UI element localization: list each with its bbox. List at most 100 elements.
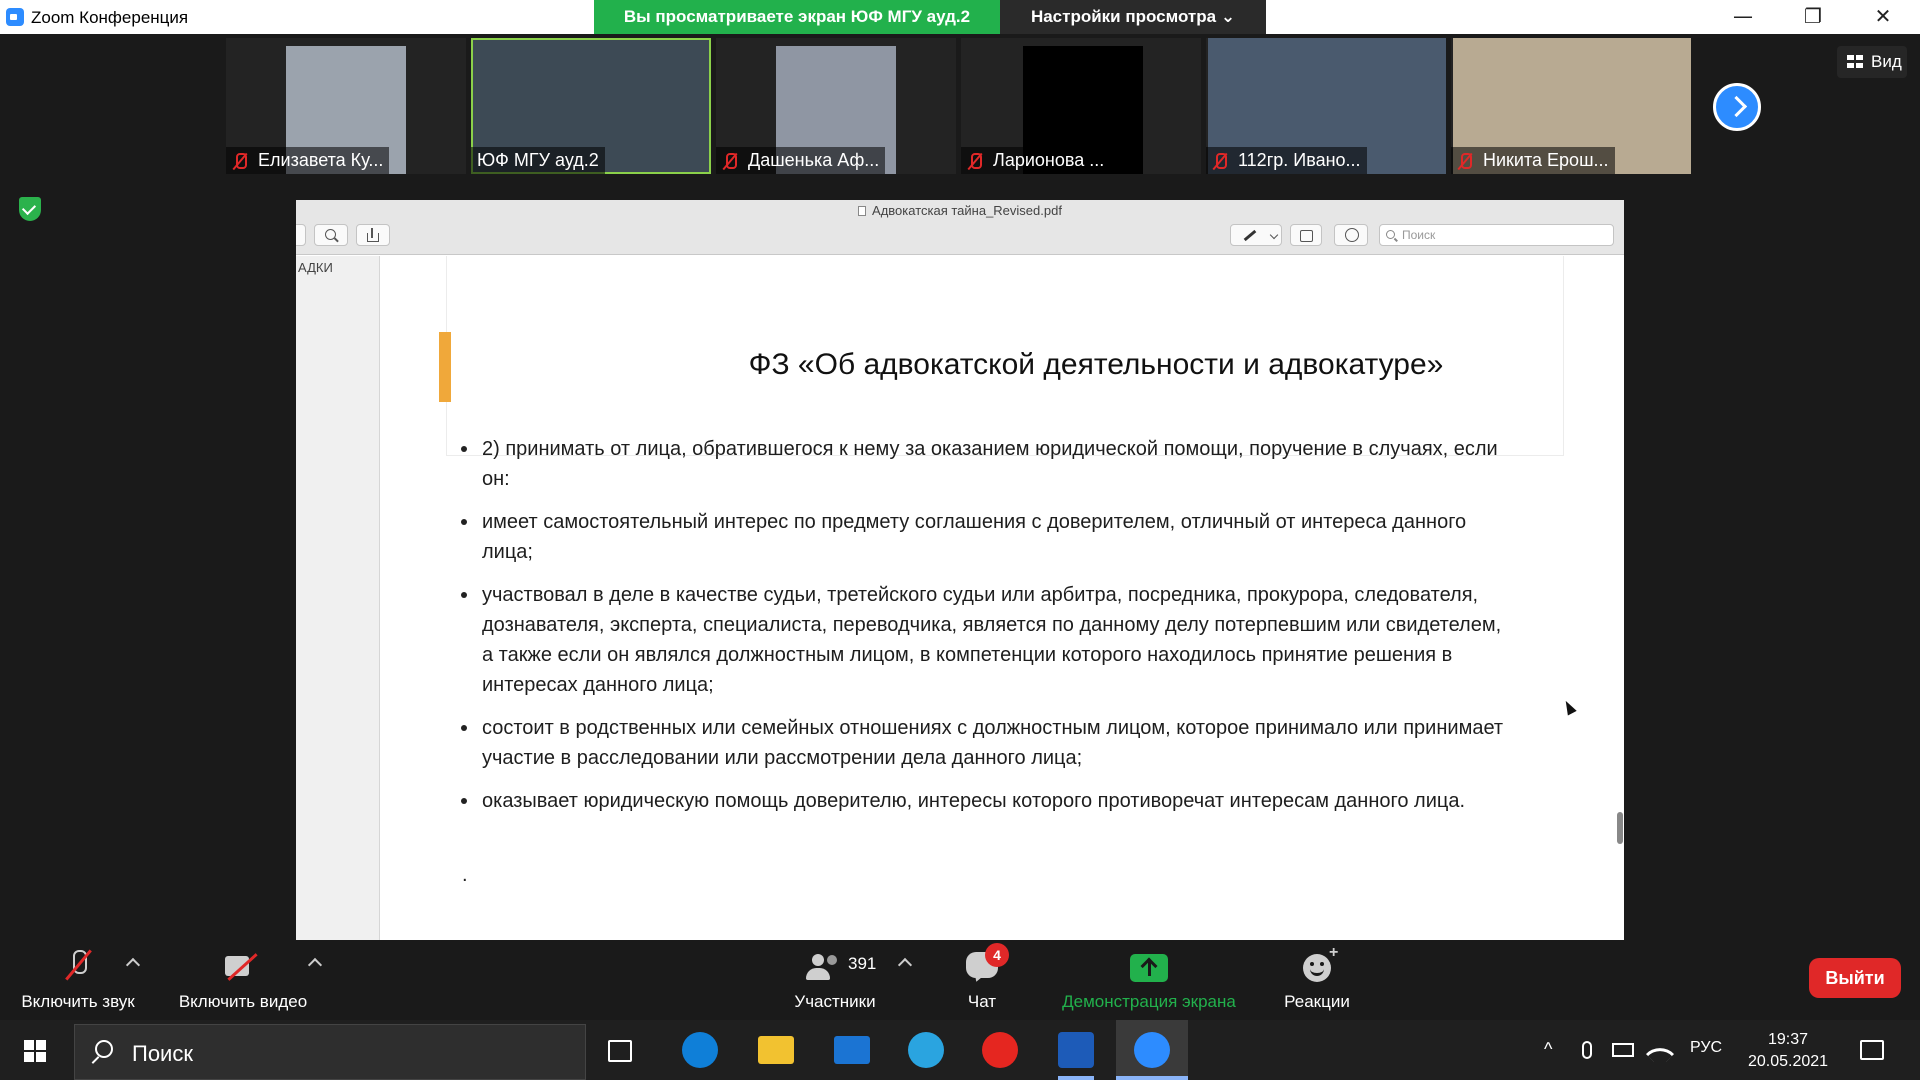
participant-name: 112гр. Ивано... [1238,150,1361,170]
view-settings-button[interactable]: Настройки просмотра ⌄ [1000,0,1266,34]
participant-name-bar: Ларионова ... [961,147,1111,174]
participant-tile[interactable]: Елизавета Ку... [226,38,466,174]
add-reaction-icon: + [1329,944,1339,961]
minimize-button[interactable]: — [1720,0,1766,34]
mic-muted-icon [66,948,90,982]
annotate-icon[interactable] [1334,224,1368,246]
wifi-icon[interactable] [1645,1039,1675,1069]
participant-name-bar: 112гр. Ивано... [1206,147,1367,174]
chat-button[interactable]: 4 Чат [942,943,1022,1014]
view-button[interactable]: Вид [1837,46,1907,78]
pdf-filename: Адвокатская тайна_Revised.pdf [872,203,1062,218]
edge-browser-icon[interactable] [682,1032,718,1068]
search-icon [95,1040,113,1058]
rotate-icon[interactable] [1290,224,1322,246]
reactions-label: Реакции [1284,992,1350,1011]
bullet-item: 2) принимать от лица, обратившегося к не… [461,434,1512,494]
windows-start-icon[interactable] [24,1040,46,1062]
notifications-icon[interactable] [1860,1040,1884,1060]
mic-muted-icon [232,152,248,170]
mic-muted-icon [1457,152,1473,170]
window-title: Zoom Конференция [31,8,189,27]
file-explorer-icon[interactable] [758,1036,794,1064]
slide-bullet-list: 2) принимать от лица, обратившегося к не… [461,434,1512,829]
participants-count: 391 [848,954,877,973]
close-button[interactable]: ✕ [1860,0,1906,34]
participant-name: Дашенька Аф... [748,150,880,170]
camera-off-icon [225,952,261,980]
zoom-taskbar-icon[interactable] [1134,1032,1170,1068]
mic-muted-icon [1212,152,1228,170]
battery-icon[interactable] [1612,1043,1634,1057]
unmute-button[interactable]: Включить звук [10,948,146,1014]
participant-name: Никита Ерош... [1483,150,1609,170]
zoom-in-icon[interactable] [314,224,348,246]
pdf-toolbar: Адвокатская тайна_Revised.pdf Поиск [296,200,1624,255]
bullet-item: оказывает юридическую помощь доверителю,… [461,786,1512,816]
taskbar-search-placeholder: Поиск [132,1041,193,1066]
participant-tile[interactable]: 112гр. Ивано... [1206,38,1446,174]
chat-unread-badge: 4 [985,943,1009,967]
viewing-screen-banner: Вы просматриваете экран ЮФ МГУ ауд.2 [594,0,1000,34]
share-screen-label: Демонстрация экрана [1062,992,1236,1011]
windows-taskbar: Поиск ^ РУС 19:37 20.05.2021 [0,1020,1920,1080]
input-language-indicator[interactable]: РУС [1690,1039,1722,1057]
tray-chevron-icon[interactable]: ^ [1544,1039,1552,1060]
participant-name: Елизавета Ку... [258,150,384,170]
slide-accent-bar [439,332,451,402]
mail-icon[interactable] [834,1036,870,1064]
mouse-cursor-icon [1561,698,1577,716]
sidebar-toggle-button[interactable] [296,224,306,246]
leave-meeting-button[interactable]: Выйти [1809,958,1901,998]
participants-button[interactable]: 391 Участники [780,948,890,1014]
clock-time: 19:37 [1767,1031,1809,1048]
unmute-label: Включить звук [21,992,135,1011]
reactions-button[interactable]: + Реакции [1274,944,1360,1014]
participant-tile[interactable]: Дашенька Аф... [716,38,956,174]
start-video-button[interactable]: Включить видео [170,948,316,1014]
start-video-label: Включить видео [178,992,308,1011]
participant-tile-active[interactable]: ЮФ МГУ ауд.2 [471,38,711,174]
markup-pen-icon[interactable] [1230,224,1282,246]
zoom-app-icon [6,8,24,26]
bullet-item: состоит в родственных или семейных отнош… [461,713,1512,773]
participant-tile[interactable]: Ларионова ... [961,38,1201,174]
participant-name-bar: Дашенька Аф... [716,147,886,174]
participant-name: ЮФ МГУ ауд.2 [477,150,599,170]
smiley-icon [1303,954,1331,982]
participant-tile[interactable]: Никита Ерош... [1451,38,1691,174]
telegram-icon[interactable] [908,1032,944,1068]
participant-name-bar: Никита Ерош... [1451,147,1615,174]
pdf-window-title: Адвокатская тайна_Revised.pdf [296,203,1624,218]
slide-title: ФЗ «Об адвокатской деятельности и адвока… [748,348,1444,381]
share-icon[interactable] [356,224,390,246]
restore-button[interactable]: ❐ [1790,0,1836,34]
pdf-scrollbar-thumb[interactable] [1617,812,1623,844]
share-screen-icon [1130,954,1168,982]
participants-label: Участники [794,992,876,1011]
pdf-thumbnail-sidebar: АДКИ [296,256,380,940]
task-view-icon[interactable] [608,1040,632,1062]
bullet-item: имеет самостоятельный интерес по предмет… [461,507,1512,567]
search-icon [1386,230,1395,239]
taskbar-search-box[interactable]: Поиск [74,1024,586,1080]
bullet-item: участвовал в деле в качестве судьи, трет… [461,580,1512,700]
word-running-indicator [1058,1076,1094,1080]
microphone-tray-icon[interactable] [1582,1041,1592,1059]
view-button-label: Вид [1871,52,1902,71]
participants-options-chevron-icon[interactable] [897,957,913,973]
word-icon[interactable] [1058,1032,1094,1068]
grid-view-icon [1847,55,1863,68]
participants-icon [806,954,842,980]
yandex-browser-icon[interactable] [982,1032,1018,1068]
taskbar-clock[interactable]: 19:37 20.05.2021 [1738,1029,1838,1073]
mic-muted-icon [967,152,983,170]
shared-screen: Адвокатская тайна_Revised.pdf Поиск АДКИ… [296,200,1624,940]
next-page-arrow-icon[interactable] [1713,83,1761,131]
share-screen-button[interactable]: Демонстрация экрана [1050,948,1248,1014]
security-shield-icon[interactable] [19,197,41,221]
zoom-running-indicator [1116,1076,1188,1080]
participant-name-bar: Елизавета Ку... [226,147,390,174]
mic-muted-icon [722,152,738,170]
pdf-search-input[interactable]: Поиск [1379,224,1614,246]
